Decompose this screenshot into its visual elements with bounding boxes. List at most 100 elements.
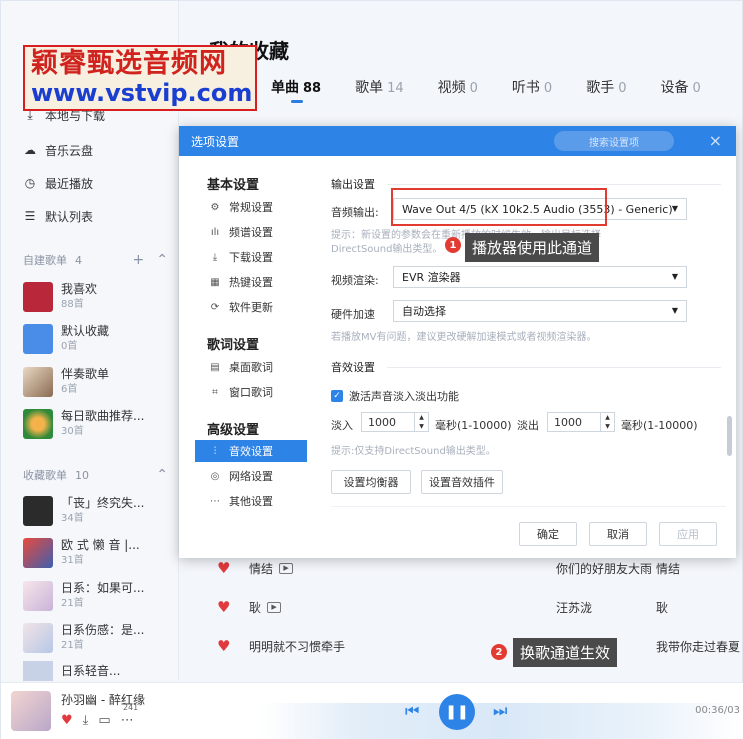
playlist-cover	[23, 409, 53, 439]
player-bar: 孙羽幽 - 醉红缘 ♥ ⤓ ▭ 241 ⋯ ⏮ ❚❚ ⏭ 00:36/03	[1, 682, 743, 739]
tab-count: 0	[469, 81, 478, 96]
song-album[interactable]: 情结	[656, 560, 680, 577]
cloud-icon: ☁	[24, 143, 36, 157]
annotation-badge: 2	[491, 644, 507, 660]
playlist-item[interactable]: 默认收藏 0首	[23, 322, 173, 356]
nav-window-lyrics[interactable]: ⌗ 窗口歌词	[195, 381, 307, 403]
now-playing-cover[interactable]	[11, 691, 51, 731]
tab-devices[interactable]: 设备 0	[660, 77, 700, 103]
comment-icon[interactable]: ▭	[98, 713, 110, 728]
heart-icon[interactable]: ♥	[217, 559, 230, 577]
fade-in-stepper[interactable]: 1000 ▲ ▼	[361, 412, 429, 432]
desktop-lyrics-icon: ▤	[210, 361, 220, 373]
previous-icon[interactable]: ⏮	[405, 701, 419, 721]
fade-out-value: 1000	[554, 415, 582, 429]
sidebar-item-label: 音乐云盘	[45, 143, 94, 158]
nav-hotkeys[interactable]: ▦ 热键设置	[195, 271, 307, 293]
stepper-arrows-icon[interactable]: ▲ ▼	[414, 413, 428, 431]
mv-icon[interactable]: ▶	[279, 562, 294, 574]
tab-audiobooks[interactable]: 听书 0	[512, 77, 552, 103]
tab-videos[interactable]: 视频 0	[438, 77, 478, 103]
nav-spectrum[interactable]: ılı 频谱设置	[195, 221, 307, 243]
cancel-button[interactable]: 取消	[589, 522, 647, 546]
playlist-title: 欧 式 懒 音 |...	[61, 538, 140, 552]
nav-network[interactable]: ◎ 网络设置	[195, 465, 307, 487]
nav-desktop-lyrics[interactable]: ▤ 桌面歌词	[195, 356, 307, 378]
watermark-line1: 颖睿甄选音频网	[31, 48, 227, 79]
download-icon[interactable]: ⤓	[83, 713, 89, 728]
dialog-title: 选项设置	[191, 134, 240, 149]
check-icon[interactable]: ✓	[331, 390, 343, 402]
nav-label: 常规设置	[229, 201, 273, 214]
heart-icon[interactable]: ♥	[217, 637, 230, 655]
spectrum-icon: ılı	[210, 226, 220, 238]
close-icon[interactable]: ×	[709, 131, 722, 150]
tab-songs[interactable]: 单曲 88	[271, 77, 321, 103]
playlist-count: 88首	[61, 299, 84, 310]
nav-download[interactable]: ⤓ 下载设置	[195, 246, 307, 268]
table-row[interactable]: ♥ 耿 ▶ 汪苏泷 耿	[179, 588, 743, 626]
stepper-arrows-icon[interactable]: ▲ ▼	[600, 413, 614, 431]
annotation-highlight-audio-output	[391, 188, 607, 226]
ok-button[interactable]: 确定	[519, 522, 577, 546]
sidebar-item-recent[interactable]: ◷ 最近播放	[23, 173, 93, 193]
heart-icon[interactable]: ♥	[217, 598, 230, 616]
heart-icon[interactable]: ♥	[61, 713, 73, 728]
dropdown-arrow-icon: ▼	[671, 204, 678, 213]
update-icon: ⟳	[210, 301, 220, 313]
tab-label: 设备	[660, 80, 689, 96]
playlist-item[interactable]: 我喜欢 88首	[23, 280, 173, 314]
song-artist[interactable]: 你们的好朋友大雨	[556, 560, 652, 577]
playlist-count: 31首	[61, 555, 84, 566]
nav-audio-effects[interactable]: ⫶ 音效设置	[195, 440, 307, 462]
playlist-item[interactable]: 日系：如果可... 21首	[23, 579, 173, 613]
song-artist[interactable]: 汪苏泷	[556, 599, 592, 616]
fade-out-stepper[interactable]: 1000 ▲ ▼	[547, 412, 615, 432]
song-album[interactable]: 耿	[656, 599, 668, 616]
table-row[interactable]: ♥ 明明就不习惯牵手 我带你走过春夏	[179, 627, 743, 665]
nav-update[interactable]: ⟳ 软件更新	[195, 296, 307, 318]
fade-checkbox[interactable]: ✓ 激活声音淡入淡出功能	[331, 388, 459, 404]
section-label: 自建歌单	[23, 254, 67, 267]
watermark-line2: www.vstvip.com	[31, 79, 253, 107]
playlist-cover	[23, 661, 53, 681]
nav-other[interactable]: ⋯ 其他设置	[195, 490, 307, 512]
mv-icon[interactable]: ▶	[267, 601, 282, 613]
effects-plugin-button[interactable]: 设置音效插件	[421, 470, 503, 494]
nav-label: 网络设置	[229, 470, 273, 483]
chevron-up-icon[interactable]: ⌃	[156, 467, 168, 483]
effects-hint: 提示:仅支持DirectSound输出类型。	[331, 446, 496, 457]
playlist-item[interactable]: 欧 式 懒 音 |... 31首	[23, 536, 173, 570]
playlist-item[interactable]: 伴奏歌单 6首	[23, 365, 173, 399]
chevron-up-icon[interactable]: ⌃	[156, 252, 168, 268]
apply-button[interactable]: 应用	[659, 522, 717, 546]
section-count: 10	[75, 468, 89, 482]
playlist-title: 伴奏歌单	[61, 367, 110, 381]
playlist-item[interactable]: 日系轻音...	[23, 661, 173, 681]
tab-artists[interactable]: 歌手 0	[586, 77, 626, 103]
sidebar-item-default-list[interactable]: ☰ 默认列表	[23, 206, 93, 226]
playlist-item[interactable]: 「丧」终究失... 34首	[23, 494, 173, 528]
playlist-item[interactable]: 日系伤感：是... 21首	[23, 621, 173, 655]
song-album[interactable]: 我带你走过春夏	[656, 638, 740, 655]
playlist-count: 21首	[61, 598, 84, 609]
nav-label: 频谱设置	[229, 226, 273, 239]
section-count: 4	[75, 253, 82, 267]
tab-bar: 单曲 88 歌单 14 视频 0 听书 0 歌手 0 设备 0	[271, 77, 735, 103]
add-icon[interactable]: +	[133, 252, 145, 268]
hw-accel-select[interactable]: 自动选择 ▼	[393, 300, 687, 322]
video-render-select[interactable]: EVR 渲染器 ▼	[393, 266, 687, 288]
equalizer-button[interactable]: 设置均衡器	[331, 470, 411, 494]
sidebar-item-cloud[interactable]: ☁ 音乐云盘	[23, 140, 93, 160]
now-playing-actions: ♥ ⤓ ▭ 241 ⋯	[61, 703, 138, 728]
settings-search-input[interactable]: 搜索设置项	[554, 131, 674, 151]
more-icon[interactable]: ⋯	[121, 713, 134, 728]
dialog-scrollbar[interactable]	[727, 416, 732, 456]
tab-playlists[interactable]: 歌单 14	[355, 77, 404, 103]
playlist-item[interactable]: 每日歌曲推荐... 30首	[23, 407, 173, 441]
pause-button[interactable]: ❚❚	[439, 694, 475, 730]
nav-general[interactable]: ⚙ 常规设置	[195, 196, 307, 218]
sidebar-item-label: 最近播放	[45, 176, 94, 191]
next-icon[interactable]: ⏭	[493, 701, 507, 721]
fade-in-value: 1000	[368, 415, 396, 429]
